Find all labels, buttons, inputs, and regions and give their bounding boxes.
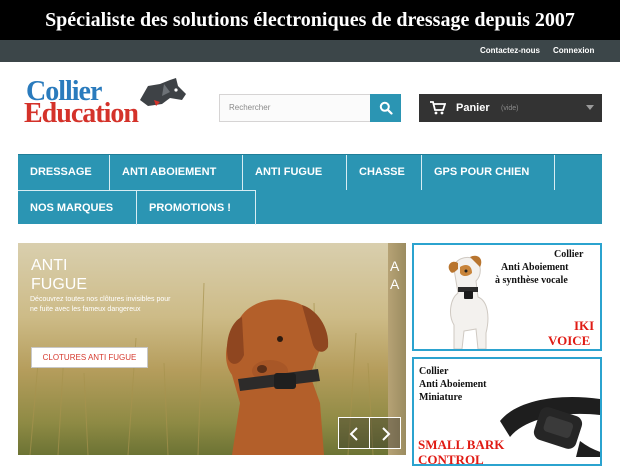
cart-button[interactable]: Panier (vide) [419, 94, 602, 122]
search-button[interactable] [370, 94, 401, 122]
ad2-line3: Miniature [419, 392, 463, 403]
contact-link[interactable]: Contactez-nous [480, 40, 540, 62]
ad2-line1: Collier [419, 366, 449, 377]
ad2-red1: SMALL BARK [418, 437, 505, 452]
homepage-slider[interactable]: ANTI FUGUE Découvrez toutes nos clôtures… [18, 243, 406, 455]
ad1-line2: Anti Aboiement [501, 262, 569, 273]
slider-next-button[interactable] [369, 417, 401, 449]
cart-icon [430, 101, 446, 115]
ad1-red2: VOICE [548, 333, 591, 348]
slide-description: Découvrez toutes nos clôtures invisibles… [30, 296, 171, 313]
menu-item-anti-aboiement[interactable]: ANTI ABOIEMENT [110, 155, 243, 190]
chevron-left-icon [349, 427, 358, 441]
ad1-red1: IKI [574, 318, 595, 333]
login-link[interactable]: Connexion [553, 40, 594, 62]
menu-item-anti-fugue[interactable]: ANTI FUGUE [243, 155, 347, 190]
slide-cta-button[interactable]: CLOTURES ANTI FUGUE [31, 347, 148, 368]
cart-status: (vide) [501, 105, 519, 112]
top-banner: Spécialiste des solutions électroniques … [0, 0, 620, 40]
collar-product-photo [500, 397, 600, 457]
menu-item-gps-pour-chien[interactable]: GPS POUR CHIEN [422, 155, 555, 190]
site-logo[interactable]: Collier Education [24, 78, 196, 130]
top-nav-bar: Contactez-nous Connexion [0, 40, 620, 62]
menu-item-chasse[interactable]: CHASSE [347, 155, 422, 190]
slider-prev-button[interactable] [338, 417, 370, 449]
ad-small-bark-control[interactable]: Collier Anti Aboiement Miniature SMALL B… [412, 357, 602, 466]
banner-text: Spécialiste des solutions électroniques … [45, 9, 575, 31]
slide-title: ANTI FUGUE [31, 257, 87, 293]
menu-item-promotions[interactable]: PROMOTIONS ! [137, 190, 256, 225]
cart-label: Panier [456, 102, 490, 114]
menu-item-dressage[interactable]: DRESSAGE [18, 155, 110, 190]
ad-iki-voice[interactable]: Collier Anti Aboiement à synthèse vocale… [412, 243, 602, 351]
chevron-right-icon [382, 427, 391, 441]
search-icon [379, 101, 393, 115]
logo-line-2: Education [24, 98, 139, 129]
menu-item-nos-marques[interactable]: NOS MARQUES [18, 190, 137, 225]
ad1-line3: à synthèse vocale [495, 275, 568, 286]
search-input[interactable]: Rechercher [219, 94, 371, 122]
terrier-photo [448, 255, 489, 349]
main-menu: DRESSAGE ANTI ABOIEMENT ANTI FUGUE CHASS… [18, 154, 602, 225]
ad1-line1: Collier [554, 249, 584, 260]
dog-mascot-icon [140, 78, 186, 106]
ad2-line2: Anti Aboiement [419, 379, 487, 390]
ad2-red2: CONTROL [418, 452, 484, 466]
chevron-down-icon [586, 105, 594, 110]
